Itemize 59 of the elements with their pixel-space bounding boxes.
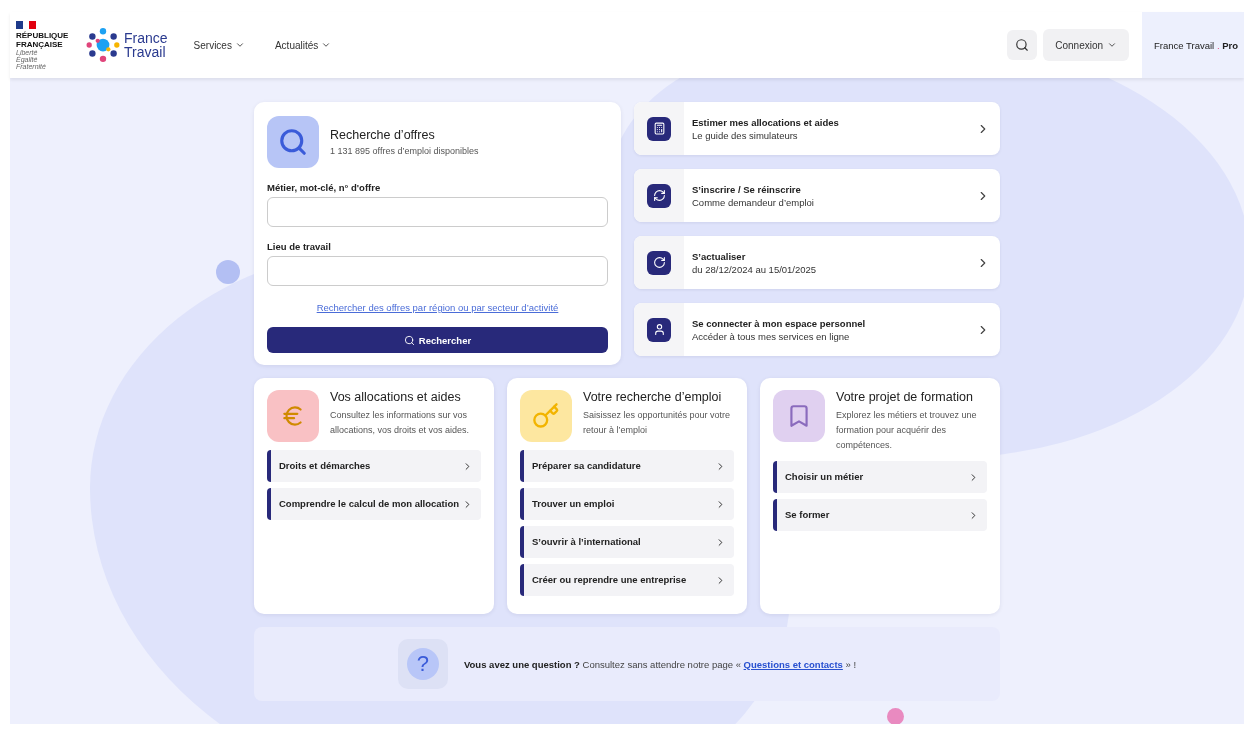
nav-menu[interactable]: Services <box>193 39 245 51</box>
card-title: Recherche d’offres <box>330 128 436 142</box>
service-link[interactable]: Estimer mes allocations et aides Le guide des simulateurs <box>634 102 1000 155</box>
input-field[interactable] <box>267 256 608 286</box>
card-text: Consultez les informations sur vos allocations, vos droits et vos aides. <box>330 409 471 437</box>
card-title: Votre projet de formation <box>836 390 974 404</box>
republic-name: RÉPUBLIQUE FRANÇAISE <box>16 30 70 49</box>
service-link[interactable]: Se connecter à mon espace personnel Accéder à tous mes services en ligne <box>634 303 1000 356</box>
field-label: Lieu de travail <box>267 241 332 252</box>
theme-link[interactable]: Se former <box>773 499 987 531</box>
service-icon <box>647 116 671 141</box>
service-icon <box>647 183 671 208</box>
card-text: Explorez les métiers et trouvez une formation pour acquérir des compétences. <box>836 409 978 452</box>
service-link[interactable]: S’actualiser du 28/12/2024 au 15/01/2025 <box>634 236 1000 289</box>
service-title: S’inscrire / Se réinscrire <box>692 183 802 195</box>
service-link[interactable]: S’inscrire / Se réinscrire Comme demandeur d’emploi <box>634 169 1000 222</box>
theme-link[interactable]: Trouver un emploi <box>520 488 734 520</box>
service-title: S’actualiser <box>692 250 747 262</box>
nav-menu[interactable]: Actualités <box>274 39 332 51</box>
magnifier-icon <box>267 116 319 168</box>
theme-link[interactable]: Comprendre le calcul de mon allocation <box>267 488 481 520</box>
input-field[interactable] <box>267 197 608 227</box>
service-subtitle: du 28/12/2024 au 15/01/2025 <box>692 263 818 275</box>
brand-name: France Travail <box>124 31 168 59</box>
card-title: Votre recherche d’emploi <box>583 390 723 404</box>
service-subtitle: Le guide des simulateurs <box>692 129 799 141</box>
card-text: Saisissez les opportunités pour votre retour à l’emploi <box>583 409 732 437</box>
caret-icon <box>1107 40 1118 50</box>
question-icon: ? <box>406 648 439 680</box>
decorative-dot <box>216 260 240 284</box>
theme-link[interactable]: Choisir un métier <box>773 461 987 493</box>
search-link[interactable]: Rechercher des offres par région ou par secteur d’activité <box>267 302 608 313</box>
search-button[interactable] <box>1007 30 1038 60</box>
search-icon <box>1015 38 1030 52</box>
caret-icon <box>234 40 245 50</box>
pro-link[interactable]: France Travail . Pro <box>1142 12 1244 78</box>
service-subtitle: Comme demandeur d’emploi <box>692 196 815 208</box>
service-title: Se connecter à mon espace personnel <box>692 317 867 329</box>
theme-link[interactable]: Créer ou reprendre une entreprise <box>520 564 734 596</box>
service-title: Estimer mes allocations et aides <box>692 116 840 128</box>
theme-link[interactable]: Droits et démarches <box>267 450 481 482</box>
contact-link[interactable]: Questions et contacts <box>743 658 843 670</box>
card-title: Vos allocations et aides <box>330 390 462 404</box>
theme-link[interactable]: S’ouvrir à l’international <box>520 526 734 558</box>
offer-count: 1 131 895 offres d’emploi disponibles <box>330 146 479 156</box>
service-subtitle: Accéder à tous mes services en ligne <box>692 330 851 342</box>
search-submit-button[interactable]: Rechercher <box>267 327 608 353</box>
question-text: Vous avez une question ? Consultez sans attendre notre page « Questions et contacts » ! <box>463 658 857 670</box>
search-icon <box>403 334 415 346</box>
decorative-dot <box>887 708 904 724</box>
flag-icon <box>16 20 36 29</box>
theme-link[interactable]: Préparer sa candidature <box>520 450 734 482</box>
service-icon <box>647 317 671 342</box>
key-icon <box>532 402 560 430</box>
field-label: Métier, mot-clé, n° d'offre <box>267 182 382 193</box>
login-button[interactable]: Connexion <box>1043 29 1130 61</box>
caret-icon <box>321 40 332 50</box>
service-icon <box>647 250 671 275</box>
logo-icon <box>86 28 120 62</box>
